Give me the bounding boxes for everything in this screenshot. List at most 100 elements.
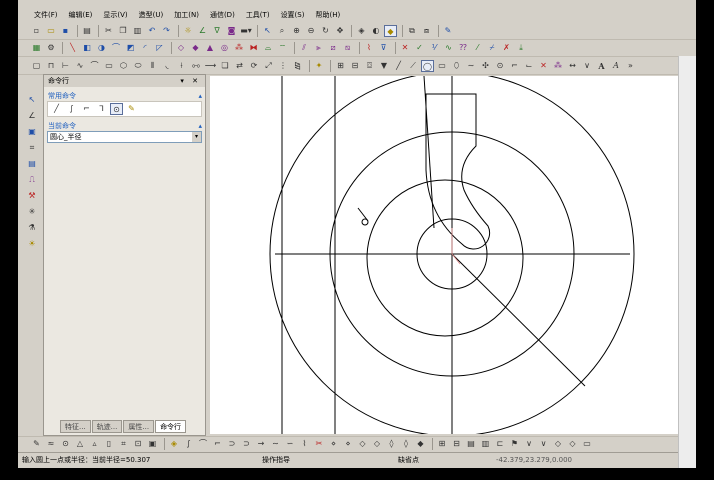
fillet-icon[interactable]: ◜ [139,42,152,54]
fillet-curve-icon[interactable]: ◟ [161,60,174,72]
line-angle-icon[interactable]: ⟋ [407,60,420,72]
thicken-icon[interactable]: ⧅ [341,42,354,54]
sun-icon[interactable]: ☼ [182,25,195,37]
cross-icon[interactable]: ✕ [399,42,412,54]
section-icon[interactable]: ⌿ [486,42,499,54]
surface-icon[interactable]: ⌓ [262,42,275,54]
collapse-arrow-icon[interactable]: ▴ [198,121,202,131]
cut-icon[interactable]: ✂ [102,25,115,37]
point-icon[interactable]: ✦ [313,60,326,72]
tri2-icon[interactable]: ▵ [88,438,101,450]
query-icon[interactable]: ⁇ [457,42,470,54]
sheet-icon[interactable]: ▤ [26,158,39,170]
trim-icon[interactable]: ⊢ [59,60,72,72]
array-curve-icon[interactable]: ⋮ [277,60,290,72]
draft-icon[interactable]: ◆ [189,42,202,54]
edit-icon[interactable]: ✎ [30,438,43,450]
chevron-down3-icon[interactable]: ∨ [537,438,550,450]
paste-icon[interactable]: ▥ [131,25,144,37]
snap-icon[interactable]: ⊡ [132,438,145,450]
common-commands-header[interactable]: 常用命令 ▴ [47,91,202,101]
sweep-icon[interactable]: ⌒ [110,42,123,54]
sketch-icon[interactable]: ∠ [26,110,39,122]
line-width-icon[interactable]: ≈ [45,438,58,450]
layer-icon[interactable]: ◈ [355,25,368,37]
mirror-icon[interactable]: ⧓ [247,42,260,54]
spline-draw-icon[interactable]: ∼ [465,60,478,72]
tab-features[interactable]: 特征... [60,420,91,433]
chevron-icon[interactable]: ∨ [581,60,594,72]
extend-icon[interactable]: ⟶ [204,60,217,72]
line-tool-icon[interactable]: ╱ [50,103,63,115]
scale-curve-icon[interactable]: ⤢ [262,60,275,72]
join-icon[interactable]: ⧟ [190,60,203,72]
offset-icon[interactable]: ⧄ [327,42,340,54]
color-icon[interactable]: ◙ [225,25,238,37]
check-icon[interactable]: ✓ [413,42,426,54]
zoom-dynamic-icon[interactable]: ⊖ [305,25,318,37]
pen-icon[interactable]: ✎ [442,25,455,37]
node7-icon[interactable]: ◆ [414,438,427,450]
light-icon[interactable]: ☀ [26,238,39,250]
shade-icon[interactable]: ◐ [370,25,383,37]
move-curve-icon[interactable]: ⇄ [233,60,246,72]
menu-settings[interactable]: 设置(S) [281,10,305,20]
open-icon[interactable]: ▭ [45,25,58,37]
current-command-header[interactable]: 当前命令 ▴ [47,121,202,131]
vertical-scrollbar[interactable] [678,56,696,468]
sim-icon[interactable]: ✳ [26,206,39,218]
point-draw-icon[interactable]: ⊙ [494,60,507,72]
project-icon[interactable]: ⤓ [515,42,528,54]
measure-icon[interactable]: ⅟ [428,42,441,54]
hook-icon[interactable]: ⊃ [226,438,239,450]
node6-icon[interactable]: ◊ [400,438,413,450]
diamond-icon[interactable]: ◇ [552,438,565,450]
delete-icon[interactable]: ✕ [537,60,550,72]
post-icon[interactable]: ⚗ [26,222,39,234]
new-icon[interactable]: ▫ [30,25,43,37]
pattern-icon[interactable]: ⁂ [233,42,246,54]
curvature-icon[interactable]: ⁄ [471,42,484,54]
scissors-icon[interactable]: ✂ [313,438,326,450]
view2-icon[interactable]: ⧈ [420,25,433,37]
dimension-icon[interactable]: ↔ [566,60,579,72]
ellipse-draw-icon[interactable]: ⬯ [450,60,463,72]
rib-icon[interactable]: ▲ [204,42,217,54]
text-italic-icon[interactable]: A [610,60,623,72]
copy-curve-icon[interactable]: ❏ [219,60,232,72]
grid-snap-icon[interactable]: ⊞ [334,60,347,72]
panel-window-controls[interactable]: ▾ ✕ [180,77,201,85]
text-bold-icon[interactable]: A [595,60,608,72]
spline-tool-icon[interactable]: ∫ [65,103,78,115]
undo-icon[interactable]: ↶ [146,25,159,37]
tab-properties[interactable]: 属性... [123,420,155,433]
style-icon[interactable]: ∠ [196,25,209,37]
save-icon[interactable]: ▪ [59,25,72,37]
hole-icon[interactable]: ◎ [218,42,231,54]
arc-small-icon[interactable]: ⌐ [211,438,224,450]
triangle-icon[interactable]: △ [74,438,87,450]
print-icon[interactable]: ▤ [81,25,94,37]
menu-communication[interactable]: 通信(D) [210,10,235,20]
cylinder-icon[interactable]: ⊓ [45,60,58,72]
box-small-icon[interactable]: ▯ [103,438,116,450]
zoom-icon[interactable]: ⊙ [59,438,72,450]
grid-icon[interactable]: ▦ [30,42,43,54]
mirror-curve-icon[interactable]: ⧎ [291,60,304,72]
select-icon[interactable]: ↖ [261,25,274,37]
window-icon[interactable]: ▭ [581,438,594,450]
trim-surface-icon[interactable]: ⌔ [276,42,289,54]
menu-edit[interactable]: 编辑(E) [69,10,93,20]
ortho-icon[interactable]: ⊟ [349,60,362,72]
more-icon[interactable]: » [624,60,637,72]
tab-toolpaths[interactable]: 轨迹... [91,420,123,433]
eraser-tool-icon[interactable]: ✎ [125,103,138,115]
part-icon[interactable]: ▣ [26,126,39,138]
box-icon[interactable]: ▢ [30,60,43,72]
menu-view[interactable]: 显示(V) [103,10,127,20]
render-icon[interactable]: ◆ [384,25,397,37]
node5-icon[interactable]: ◊ [385,438,398,450]
arc-tool-icon[interactable]: ⌐ [80,103,93,115]
flag-icon[interactable]: ⚑ [508,438,521,450]
menu-machining[interactable]: 加工(N) [174,10,199,20]
